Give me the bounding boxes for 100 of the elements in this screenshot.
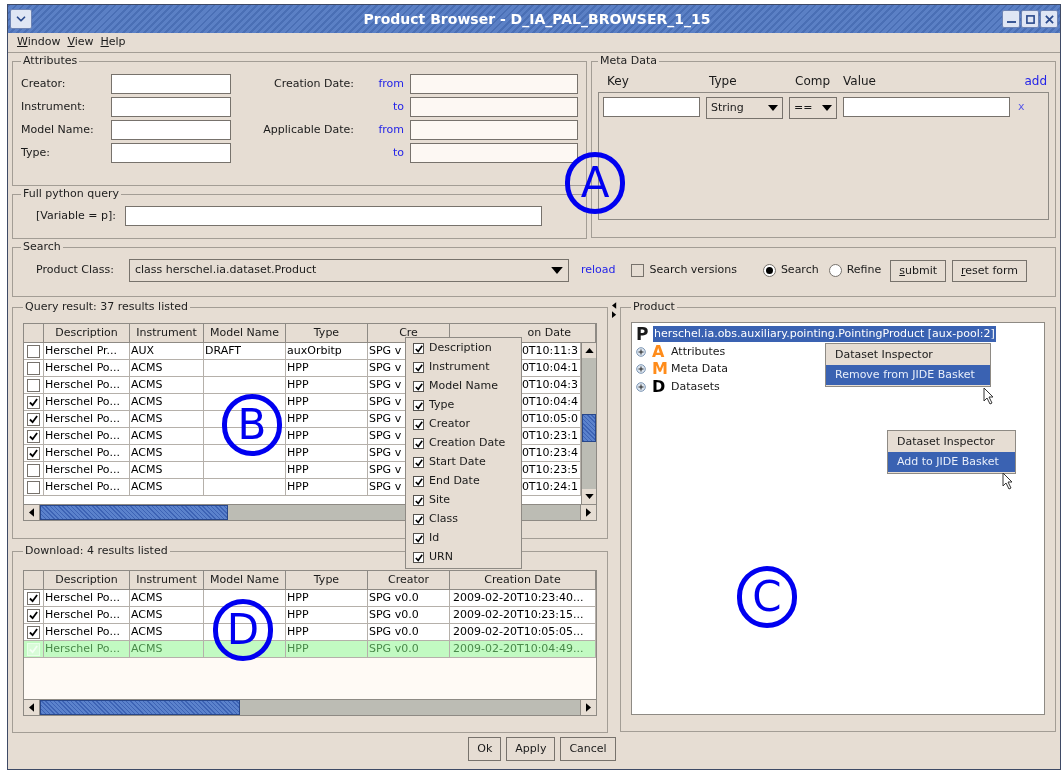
scroll-left-button[interactable] [24,505,40,520]
checkbox[interactable] [27,446,40,460]
checkbox[interactable] [413,438,424,449]
text-field[interactable] [111,120,231,140]
column-header[interactable]: Model Name [204,571,286,589]
checkbox[interactable] [413,419,424,430]
scroll-right-button[interactable] [580,700,596,715]
checkbox[interactable] [413,533,424,544]
value-field[interactable] [843,97,1010,117]
date-field[interactable] [410,143,578,163]
table-cell-text: 0T10:04:3 [521,376,578,393]
column-header[interactable]: Creation Date [450,571,596,589]
menu-item[interactable]: Instrument [406,358,521,377]
scroll-up-button[interactable] [582,343,596,358]
column-header[interactable]: Model Name [204,324,286,342]
key-field[interactable] [603,97,700,117]
menu-item[interactable]: Dataset Inspector [888,432,1015,452]
tree-item[interactable]: Meta Data [671,361,729,378]
horizontal-scrollbar[interactable] [24,699,596,715]
add-link[interactable]: add [1024,72,1049,90]
radio-button[interactable]: Search [762,262,819,279]
reset-button[interactable]: reset form [952,259,1028,282]
tree-item[interactable]: Datasets [671,378,720,395]
expand-icon[interactable] [636,346,646,357]
expand-icon[interactable] [636,364,646,375]
checkbox[interactable] [27,395,40,409]
date-field[interactable] [410,120,578,140]
submit-button[interactable]: submit [890,259,947,282]
column-header[interactable]: Type [286,571,368,589]
text-field[interactable] [111,97,231,117]
checkbox[interactable] [413,552,424,563]
checkbox[interactable] [27,378,40,392]
remove-link[interactable]: x [1018,99,1025,116]
column-header[interactable]: Type [286,324,368,342]
text-field[interactable] [111,74,231,94]
scroll-right-button[interactable] [580,505,596,520]
menu-item[interactable]: Window [17,34,61,51]
cancel-button[interactable]: Cancel [560,737,616,761]
checkbox[interactable] [413,476,424,487]
reload-link[interactable]: reload [581,262,616,279]
checkbox[interactable] [27,480,40,494]
menu-item[interactable]: Help [100,34,126,51]
date-field[interactable] [410,74,578,94]
comparison-dropdown[interactable]: == [789,97,837,119]
checkbox[interactable] [413,400,424,411]
product-class-dropdown[interactable]: class herschel.ia.dataset.Product [129,259,569,282]
text-field[interactable] [111,143,231,163]
menu-item[interactable]: URN [406,548,521,567]
ok-button[interactable]: Ok [468,737,502,761]
checkbox[interactable] [413,495,424,506]
search-versions-checkbox[interactable]: Search versions [630,262,737,279]
date-field[interactable] [410,97,578,117]
checkbox[interactable] [27,591,40,605]
column-header[interactable]: Description [44,571,130,589]
menu-item[interactable]: Model Name [406,377,521,396]
apply-button[interactable]: Apply [506,737,556,761]
checkbox[interactable] [27,344,40,358]
menu-item[interactable]: Id [406,529,521,548]
checkbox[interactable] [27,608,40,622]
column-header[interactable]: Description [44,324,130,342]
maximize-button[interactable] [1021,10,1039,28]
checkbox[interactable] [27,412,40,426]
query-field[interactable] [125,206,543,226]
tree-item[interactable]: Attributes [671,343,726,360]
tree-item[interactable]: herschel.ia.obs.auxiliary.pointing.PointingProduct [aux-pool:2] [653,325,996,343]
menu-item[interactable]: Class [406,510,521,529]
checkbox[interactable] [413,362,424,373]
menu-item[interactable]: Add to JIDE Basket [888,452,1015,472]
table-cell-text: 2009-02-20T10:23:15... [453,606,584,623]
minimize-button[interactable] [1002,10,1020,28]
triangle-down-icon [551,267,563,274]
checkbox[interactable] [413,457,424,468]
scrollbar-thumb[interactable] [40,700,240,715]
column-header[interactable]: Instrument [130,324,204,342]
menu-item[interactable]: Remove from JIDE Basket [826,365,990,385]
expand-icon[interactable] [636,381,646,392]
scroll-down-button[interactable] [582,489,596,504]
menu-item[interactable]: View [67,34,94,51]
close-button[interactable] [1040,10,1058,28]
checkbox[interactable] [413,381,424,392]
table-row[interactable]: Herschel Po... ACMS HPP SPG v0.0 2009-02-20T10:23:40... [24,590,596,607]
vertical-scrollbar[interactable] [581,343,596,504]
splitter-arrows-icon[interactable] [611,302,617,319]
triangle-up-icon [584,348,594,353]
checkbox[interactable] [27,625,40,639]
scroll-left-button[interactable] [24,700,40,715]
checkbox[interactable] [27,361,40,375]
column-header[interactable]: Creator [368,571,450,589]
radio-button[interactable]: Refine [828,262,882,279]
window-menu-button[interactable] [10,9,32,29]
scrollbar-thumb[interactable] [582,414,596,442]
checkbox[interactable] [413,343,424,354]
type-dropdown[interactable]: String [706,97,783,119]
table-cell-text: 0T10:05:0 [521,410,578,427]
checkbox[interactable] [27,429,40,443]
checkbox[interactable] [27,463,40,477]
menu-item[interactable]: Dataset Inspector [826,345,990,365]
scrollbar-thumb[interactable] [40,505,228,520]
column-header[interactable]: Instrument [130,571,204,589]
checkbox[interactable] [413,514,424,525]
